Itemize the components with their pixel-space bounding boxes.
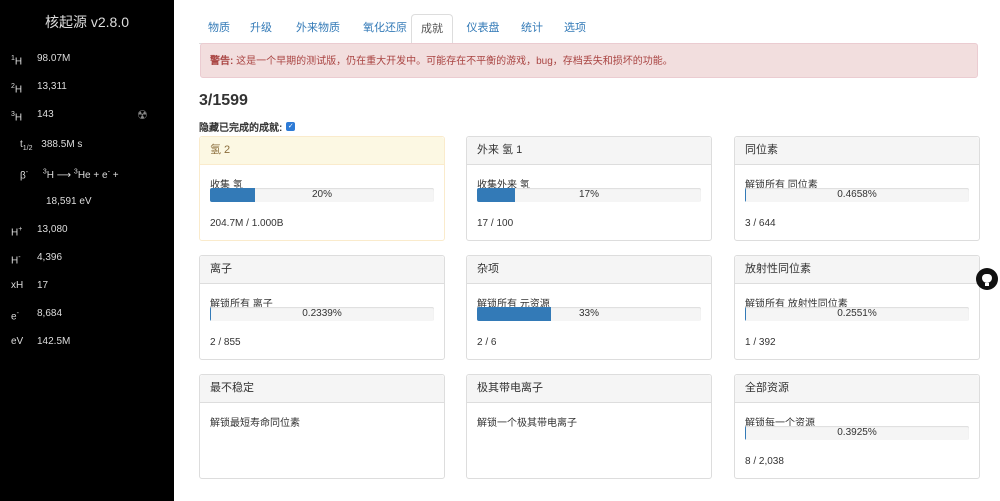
- resource-value: 142.5M: [37, 336, 71, 347]
- achievements-count: 3/1599: [199, 92, 248, 109]
- card-title: 杂项: [467, 256, 711, 284]
- card-description: 解锁一个极其带电离子: [477, 418, 577, 429]
- resource-value: 98.07M: [37, 53, 71, 64]
- decay-energy: 18,591 eV: [46, 196, 92, 207]
- card-progress-count: 17 / 100: [477, 218, 514, 229]
- card-title: 外来 氢 1: [467, 137, 711, 165]
- card-title: 极其带电离子: [467, 375, 711, 403]
- progress-label: 0.2551%: [837, 308, 877, 319]
- progress-label: 0.2339%: [302, 308, 342, 319]
- achievement-card: 离子 解锁所有 离子 0.2339% 2 / 855: [199, 255, 445, 360]
- tab-redox[interactable]: 氧化还原: [354, 14, 416, 42]
- progress-bar: 0.2339%: [210, 307, 434, 321]
- achievement-card: 外来 氢 1 收集外来 氢 17% 17 / 100: [466, 136, 712, 241]
- warning-alert: 警告: 这是一个早期的测试版，仍在重大开发中。可能存在不平衡的游戏，bug，存档…: [200, 43, 978, 78]
- alert-text: 这是一个早期的测试版，仍在重大开发中。可能存在不平衡的游戏，bug，存档丢失和损…: [233, 56, 673, 67]
- resource-value: 13,311: [37, 81, 67, 92]
- resource-value: 17: [37, 280, 49, 291]
- achievement-card: 最不稳定 解锁最短寿命同位素: [199, 374, 445, 479]
- tab-bar: 物质 升级 外来物质 氧化还原 成就 仪表盘 统计 选项: [199, 14, 954, 45]
- decay-reaction-row: β- 3H ⟶ 3He + e- +: [20, 169, 119, 182]
- resource-value: 143: [37, 109, 54, 120]
- tab-upgrades[interactable]: 升级: [242, 14, 280, 42]
- card-progress-count: 2 / 855: [210, 337, 241, 348]
- card-title: 放射性同位素: [735, 256, 979, 284]
- resource-value: 13,080: [37, 224, 68, 235]
- card-progress-count: 2 / 6: [477, 337, 497, 348]
- card-title: 最不稳定: [200, 375, 444, 403]
- app-title: 核起源 v2.8.0: [44, 14, 130, 30]
- progress-bar: 33%: [477, 307, 701, 321]
- progress-label: 0.4658%: [837, 189, 877, 200]
- achievement-card: 放射性同位素 解锁所有 放射性同位素 0.2551% 1 / 392: [734, 255, 980, 360]
- github-icon[interactable]: [976, 268, 998, 290]
- progress-bar: 0.2551%: [745, 307, 969, 321]
- tab-matter[interactable]: 物质: [199, 14, 239, 42]
- resource-value: 4,396: [37, 252, 63, 263]
- progress-label: 17%: [578, 189, 599, 200]
- main-panel: 物质 升级 外来物质 氧化还原 成就 仪表盘 统计 选项 警告: 这是一个早期的…: [174, 0, 1000, 501]
- card-description: 解锁最短寿命同位素: [210, 418, 300, 429]
- card-title: 全部资源: [735, 375, 979, 403]
- sidebar: 核起源 v2.8.0 1H 98.07M 2H 13,311 3H 143 ☢ …: [0, 0, 174, 501]
- hide-completed-label: 隐藏已完成的成就:: [199, 123, 283, 134]
- card-title: 离子: [200, 256, 444, 284]
- tab-statistics[interactable]: 统计: [512, 14, 552, 42]
- resource-value: 8,684: [37, 308, 63, 319]
- progress-bar: 20%: [210, 188, 434, 202]
- card-progress-count: 3 / 644: [745, 218, 776, 229]
- half-life-row: t1/2 388.5M s: [20, 139, 83, 152]
- achievement-card: 极其带电离子 解锁一个极其带电离子: [466, 374, 712, 479]
- card-progress-count: 8 / 2,038: [745, 456, 784, 467]
- achievement-card: 同位素 解锁所有 同位素 0.4658% 3 / 644: [734, 136, 980, 241]
- achievement-card: 全部资源 解锁每一个资源 0.3925% 8 / 2,038: [734, 374, 980, 479]
- card-title: 氢 2: [200, 137, 444, 165]
- progress-bar: 0.4658%: [745, 188, 969, 202]
- achievement-card: 杂项 解锁所有 元资源 33% 2 / 6: [466, 255, 712, 360]
- progress-label: 33%: [578, 308, 599, 319]
- tab-dashboard[interactable]: 仪表盘: [458, 14, 508, 42]
- radiation-icon[interactable]: ☢: [137, 108, 148, 122]
- tab-exotic-matter[interactable]: 外来物质: [287, 14, 349, 42]
- alert-label: 警告:: [210, 56, 234, 67]
- progress-bar: 0.3925%: [745, 426, 969, 440]
- achievement-card: 氢 2 收集 氢 20% 204.7M / 1.000B: [199, 136, 445, 241]
- card-progress-count: 204.7M / 1.000B: [210, 218, 284, 229]
- progress-label: 0.3925%: [837, 427, 877, 438]
- hide-completed-row: 隐藏已完成的成就: ✓: [199, 119, 296, 134]
- tab-achievements[interactable]: 成就: [411, 14, 453, 45]
- hide-completed-checkbox[interactable]: ✓: [286, 122, 296, 131]
- progress-label: 20%: [311, 189, 332, 200]
- tab-options[interactable]: 选项: [555, 14, 595, 42]
- progress-bar: 17%: [477, 188, 701, 202]
- card-progress-count: 1 / 392: [745, 337, 776, 348]
- card-title: 同位素: [735, 137, 979, 165]
